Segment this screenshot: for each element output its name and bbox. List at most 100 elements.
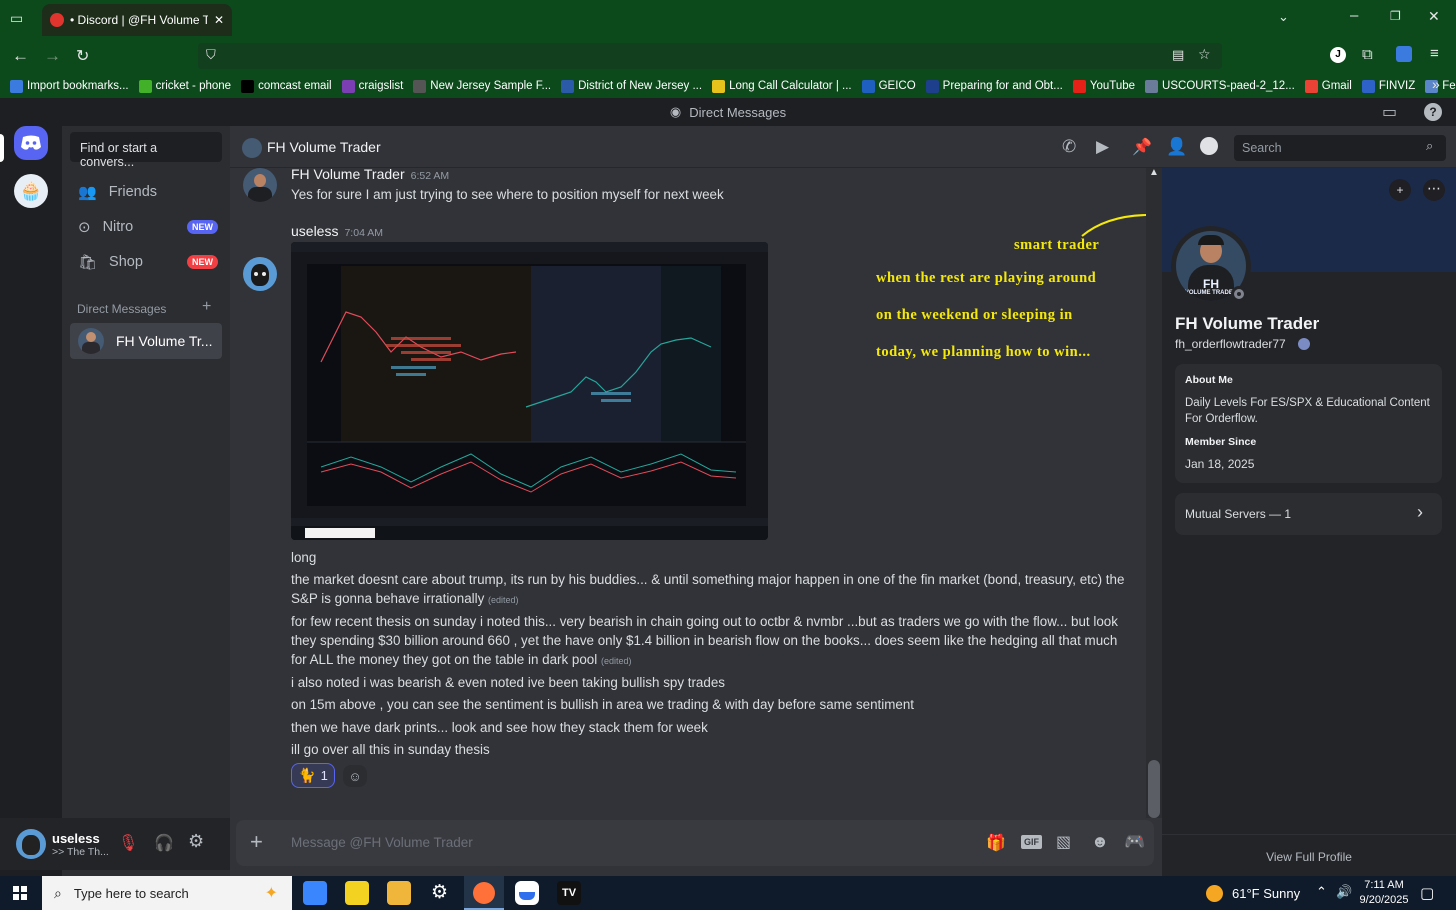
server-icon-cupcake[interactable]: 🧁	[14, 174, 48, 208]
emoji-icon[interactable]: ☻	[1091, 832, 1109, 852]
reload-icon[interactable]: ↻	[76, 46, 89, 66]
taskbar-search-input[interactable]: ⌕ Type here to search ✦	[42, 876, 292, 910]
settings-gear-icon[interactable]: ⚙	[188, 831, 204, 852]
scroll-thumb[interactable]	[1148, 760, 1160, 818]
message-author[interactable]: FH Volume Trader	[291, 168, 405, 182]
gif-icon[interactable]: GIF	[1021, 835, 1042, 849]
weather-text[interactable]: 61°F Sunny	[1232, 886, 1300, 901]
message-text: Yes for sure I am just trying to see whe…	[291, 187, 724, 202]
bookmark-item[interactable]: Feed | Utradea	[1425, 79, 1456, 93]
window-title: Direct Messages	[689, 104, 787, 120]
avatar[interactable]	[243, 257, 277, 291]
bookmark-item[interactable]: Preparing for and Obt...	[925, 79, 1063, 93]
url-bar[interactable]: ⛉ ▤ ☆	[198, 43, 1222, 69]
windows-start-icon[interactable]	[13, 886, 27, 900]
bookmark-item[interactable]: comcast email	[241, 79, 332, 93]
add-reaction-icon[interactable]: ☺	[343, 765, 367, 787]
reader-view-icon[interactable]: ▤	[1172, 47, 1184, 63]
headphones-icon[interactable]: 🎧	[154, 833, 174, 853]
nitro-nav[interactable]: ⊙ Nitro NEW	[70, 211, 222, 243]
dm-item-name: FH Volume Tr...	[116, 333, 213, 349]
help-icon[interactable]: ?	[1424, 103, 1442, 121]
notifications-icon[interactable]: ▢	[1420, 884, 1434, 902]
extensions-icon[interactable]: ⧉	[1362, 46, 1373, 63]
view-full-profile-link[interactable]: View Full Profile	[1162, 850, 1456, 864]
image-attachment[interactable]	[291, 242, 768, 540]
tab-list-icon[interactable]: ▭	[10, 10, 23, 27]
volume-icon[interactable]: 🔊	[1336, 884, 1352, 900]
settings-app-icon[interactable]: ⚙	[431, 881, 448, 904]
scroll-up-icon[interactable]: ▲	[1149, 167, 1159, 178]
bookmark-item[interactable]: USCOURTS-paed-2_12...	[1145, 79, 1295, 93]
mutual-servers-row[interactable]: Mutual Servers — 1 ›	[1175, 493, 1442, 535]
file-explorer-app-icon[interactable]	[387, 881, 411, 905]
add-friend-icon[interactable]: +	[1389, 179, 1411, 201]
window-close-icon[interactable]: ✕	[1428, 8, 1440, 25]
message-author[interactable]: useless	[291, 223, 338, 239]
tradingview-app-icon[interactable]: TV	[557, 881, 581, 905]
bookmark-label: USCOURTS-paed-2_12...	[1162, 80, 1295, 92]
restore-icon[interactable]: ❐	[1390, 9, 1401, 23]
back-icon[interactable]: ←	[12, 46, 29, 66]
search-input[interactable]: Search	[1234, 135, 1446, 161]
more-options-icon[interactable]: ⋯	[1423, 179, 1445, 201]
menu-icon[interactable]: ≡	[1430, 45, 1439, 62]
more-bookmarks-icon[interactable]: »	[1432, 76, 1440, 92]
reaction-button[interactable]: 🐈 1	[291, 763, 335, 788]
video-call-icon[interactable]: ▶	[1096, 137, 1109, 157]
minimize-icon[interactable]: –	[1350, 7, 1358, 24]
add-friends-icon[interactable]: 👤	[1166, 137, 1187, 157]
clock[interactable]: 7:11 AM 9/20/2025	[1358, 878, 1410, 908]
message-scrollbar[interactable]: ▲	[1146, 167, 1162, 818]
app-icon[interactable]	[515, 881, 539, 905]
bookmark-label: Long Call Calculator | ...	[729, 80, 852, 92]
bookmark-item[interactable]: FINVIZ	[1361, 79, 1415, 93]
sticker-icon[interactable]: ▧	[1056, 832, 1071, 852]
firefox-taskbar-button[interactable]	[464, 876, 504, 910]
user-profile-icon[interactable]	[1200, 137, 1218, 155]
calculator-app-icon[interactable]	[303, 881, 327, 905]
account-avatar-icon[interactable]: J	[1330, 47, 1346, 63]
discord-logo-icon	[21, 135, 41, 150]
trading-chart-screenshot	[291, 242, 768, 540]
avatar[interactable]	[243, 168, 277, 202]
mute-microphone-icon[interactable]: 🎙	[118, 833, 138, 853]
extension-badge-icon[interactable]	[1396, 46, 1412, 62]
bookmark-item[interactable]: Gmail	[1304, 79, 1352, 93]
create-dm-button[interactable]: +	[202, 298, 211, 316]
gift-icon[interactable]: 🎁	[986, 833, 1006, 853]
find-conversation-input[interactable]: Find or start a convers...	[70, 132, 222, 169]
friends-nav[interactable]: 👥 Friends	[70, 176, 222, 208]
home-dm-button[interactable]	[14, 126, 48, 160]
tray-overflow-icon[interactable]: ⌃	[1316, 884, 1327, 900]
bookmark-item[interactable]: YouTube	[1072, 79, 1135, 93]
forward-icon[interactable]: →	[44, 46, 61, 66]
bookmark-item[interactable]: Import bookmarks...	[10, 79, 129, 93]
chevron-down-icon[interactable]: ⌄	[1278, 9, 1289, 25]
search-icon[interactable]: ⌕	[1426, 138, 1433, 154]
bookmark-item[interactable]: District of New Jersey ...	[561, 79, 702, 93]
bookmark-item[interactable]: GEICO	[861, 79, 916, 93]
bookmark-item[interactable]: New Jersey Sample F...	[413, 79, 551, 93]
bookmark-item[interactable]: craigslist	[341, 79, 403, 93]
divider	[1162, 834, 1456, 835]
shop-nav[interactable]: 🛍 Shop NEW	[70, 246, 222, 278]
bookmark-star-icon[interactable]: ☆	[1198, 46, 1211, 63]
message-input[interactable]: Message @FH Volume Trader	[291, 835, 473, 850]
pin-icon[interactable]: 📌	[1132, 137, 1152, 157]
nitro-badge-icon[interactable]	[1298, 338, 1310, 350]
discord-logo-icon: ◉	[669, 104, 682, 119]
voice-call-icon[interactable]: ✆	[1062, 137, 1076, 157]
profile-username[interactable]: fh_orderflowtrader77	[1175, 337, 1286, 351]
inbox-icon[interactable]: ▭	[1382, 102, 1397, 122]
sticky-notes-app-icon[interactable]	[345, 881, 369, 905]
add-attachment-icon[interactable]: +	[250, 829, 263, 855]
bookmark-item[interactable]: Long Call Calculator | ...	[712, 79, 852, 93]
message-timestamp: 6:52 AM	[410, 170, 450, 182]
browser-tab[interactable]: • Discord | @FH Volume Trader ✕	[42, 4, 232, 36]
avatar[interactable]	[16, 829, 46, 859]
tab-close-icon[interactable]: ✕	[214, 13, 224, 27]
dm-item-fh-volume-trader[interactable]: FH Volume Tr...	[70, 323, 222, 359]
bookmark-item[interactable]: cricket - phone	[138, 79, 231, 93]
activity-gamepad-icon[interactable]: 🎮	[1124, 832, 1145, 852]
